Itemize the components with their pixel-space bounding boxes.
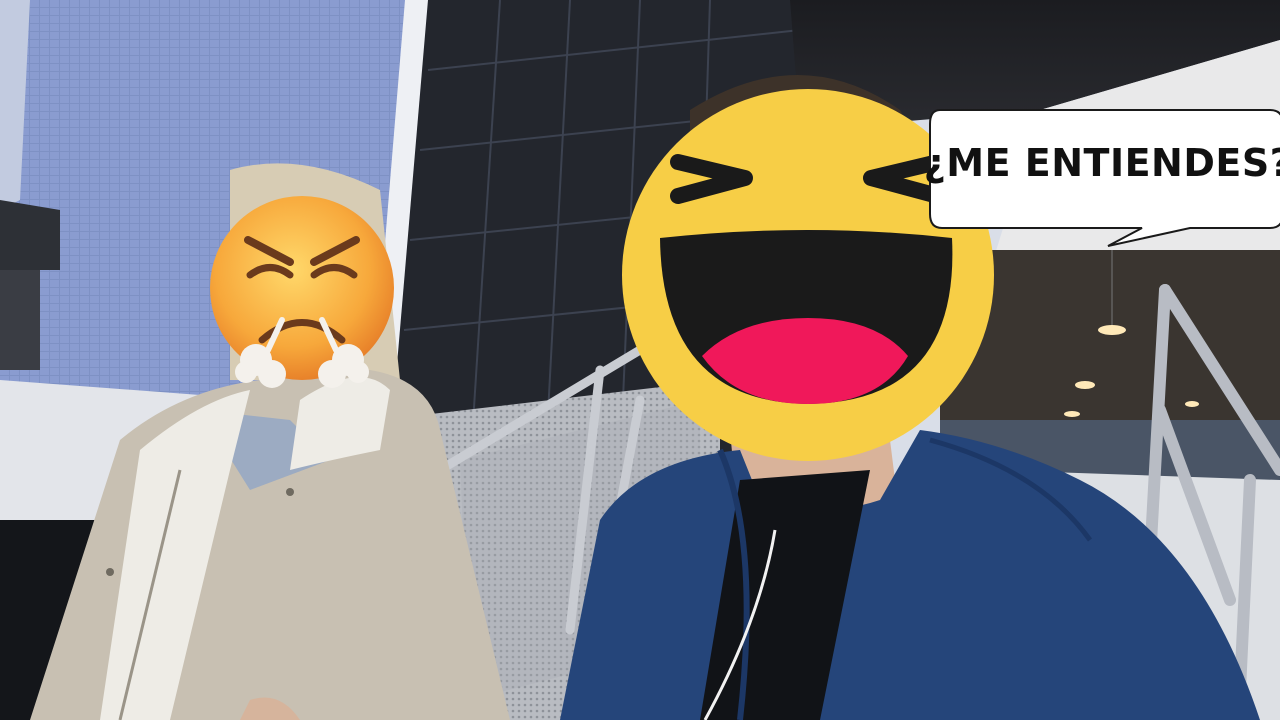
- photo-background: [0, 0, 1280, 720]
- photo-scene: ¿ME ENTIENDES?: [0, 0, 1280, 720]
- speech-bubble-caption: ¿ME ENTIENDES?: [923, 141, 1280, 185]
